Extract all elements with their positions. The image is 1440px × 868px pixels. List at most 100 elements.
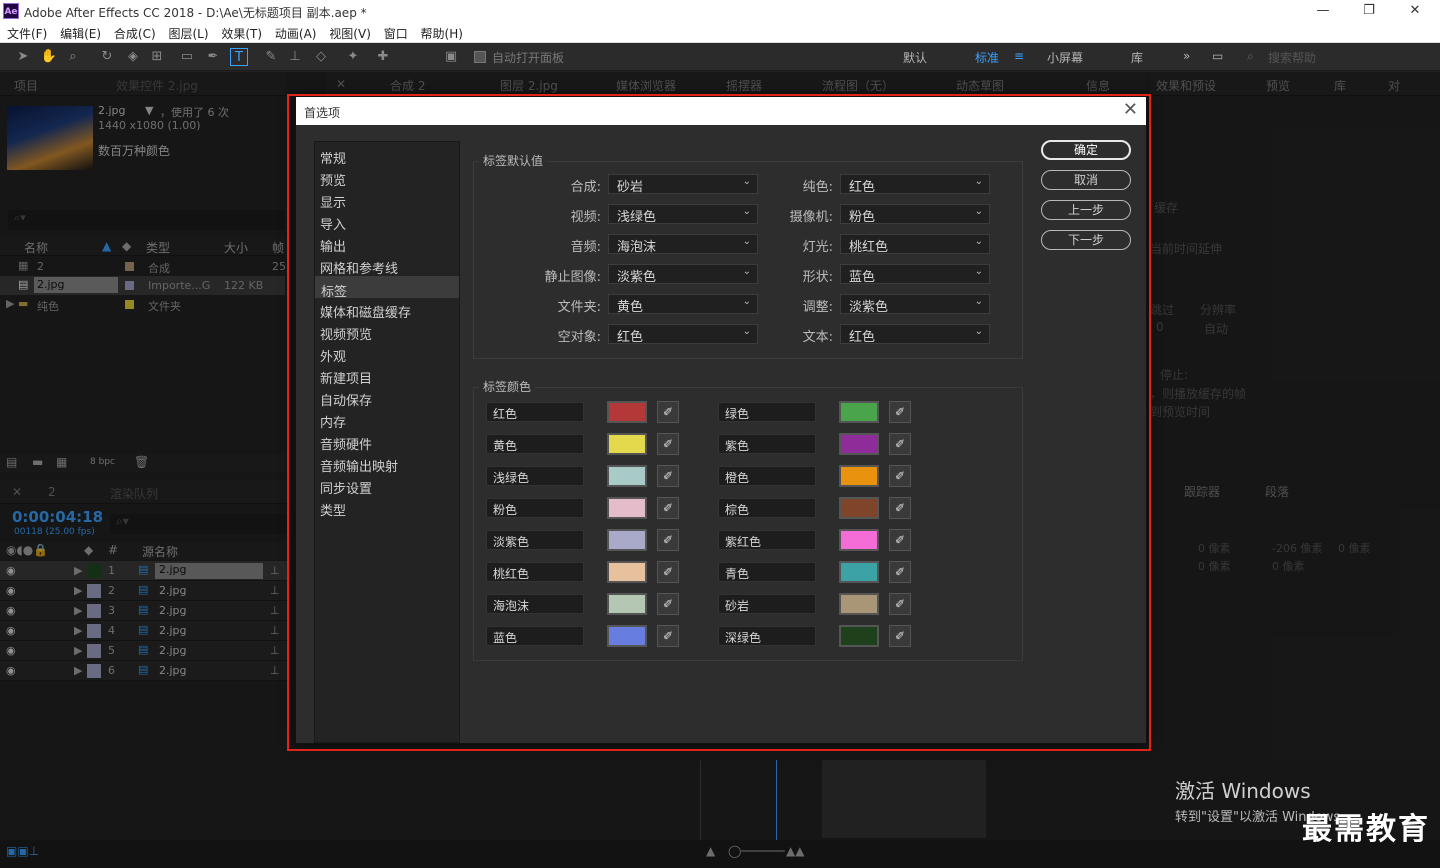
composition-label-select[interactable]: 砂岩 ⌄ [608,174,758,195]
menu-effect[interactable]: 效果(T) [214,22,262,42]
label-color-name-field[interactable]: 橙色 [718,466,816,486]
eyedropper-icon[interactable]: ✐ [889,625,911,647]
nav-general[interactable]: 常规 [315,144,459,167]
camera-label-select[interactable]: 粉色 ⌄ [840,204,990,225]
hand-tool-icon[interactable]: ✋ [40,48,58,66]
rectangle-tool-icon[interactable]: ▭ [178,48,196,66]
label-color-name-field[interactable]: 青色 [718,562,816,582]
menu-file[interactable]: 文件(F) [0,22,47,42]
nav-output[interactable]: 输出 [315,232,459,255]
minimize-icon[interactable]: — [1300,1,1346,21]
auto-open-checkbox[interactable] [474,51,486,63]
label-color-name-field[interactable]: 桃红色 [486,562,584,582]
label-color-swatch[interactable] [607,465,647,487]
menu-layer[interactable]: 图层(L) [161,22,208,42]
nav-media-disk-cache[interactable]: 媒体和磁盘缓存 [315,298,459,321]
label-color-swatch[interactable] [607,433,647,455]
menu-window[interactable]: 窗口 [377,22,408,42]
nav-audio-output-mapping[interactable]: 音频输出映射 [315,452,459,475]
label-color-swatch[interactable] [839,465,879,487]
label-color-swatch[interactable] [607,625,647,647]
ok-button[interactable]: 确定 [1041,140,1131,160]
label-color-swatch[interactable] [607,497,647,519]
pan-behind-tool-icon[interactable]: ⊞ [148,48,166,66]
workspace-standard[interactable]: 标准 [975,49,999,66]
label-color-name-field[interactable]: 绿色 [718,402,816,422]
workspace-default[interactable]: 默认 [903,49,927,66]
eyedropper-icon[interactable]: ✐ [889,529,911,551]
selection-tool-icon[interactable]: ➤ [14,48,32,66]
workspace-library[interactable]: 库 [1131,49,1143,66]
menu-composition[interactable]: 合成(C) [107,22,156,42]
eyedropper-icon[interactable]: ✐ [889,433,911,455]
solid-label-select[interactable]: 红色 ⌄ [840,174,990,195]
label-color-name-field[interactable]: 淡紫色 [486,530,584,550]
eyedropper-icon[interactable]: ✐ [657,561,679,583]
label-color-name-field[interactable]: 深绿色 [718,626,816,646]
nav-grids-guides[interactable]: 网格和参考线 [315,254,459,277]
label-color-swatch[interactable] [839,497,879,519]
dialog-close-icon[interactable]: ✕ [1123,99,1138,120]
nav-labels[interactable]: 标签 [315,276,459,300]
label-color-name-field[interactable]: 粉色 [486,498,584,518]
sync-icon[interactable]: ▭ [1212,49,1223,63]
nav-preview[interactable]: 预览 [315,166,459,189]
eraser-tool-icon[interactable]: ◇ [312,48,330,66]
label-color-name-field[interactable]: 砂岩 [718,594,816,614]
nav-memory[interactable]: 内存 [315,408,459,431]
label-color-swatch[interactable] [607,593,647,615]
label-color-name-field[interactable]: 蓝色 [486,626,584,646]
previous-button[interactable]: 上一步 [1041,200,1131,220]
menu-view[interactable]: 视图(V) [322,22,371,42]
workspace-small-screen[interactable]: 小屏幕 [1047,49,1083,66]
label-color-swatch[interactable] [607,529,647,551]
eyedropper-icon[interactable]: ✐ [889,593,911,615]
brush-tool-icon[interactable]: ✎ [262,48,280,66]
label-color-name-field[interactable]: 红色 [486,402,584,422]
next-button[interactable]: 下一步 [1041,230,1131,250]
label-color-swatch[interactable] [839,529,879,551]
puppet-tool-icon[interactable]: ✚ [374,48,392,66]
text-label-select[interactable]: 红色 ⌄ [840,324,990,345]
rotate-tool-icon[interactable]: ↻ [98,48,116,66]
still-label-select[interactable]: 淡紫色 ⌄ [608,264,758,285]
adjustment-label-select[interactable]: 淡紫色 ⌄ [840,294,990,315]
restore-icon[interactable]: ❐ [1346,1,1392,21]
menu-help[interactable]: 帮助(H) [414,22,463,42]
folder-label-select[interactable]: 黄色 ⌄ [608,294,758,315]
label-color-swatch[interactable] [839,561,879,583]
label-color-swatch[interactable] [839,433,879,455]
video-label-select[interactable]: 浅绿色 ⌄ [608,204,758,225]
nav-auto-save[interactable]: 自动保存 [315,386,459,409]
menu-animation[interactable]: 动画(A) [268,22,317,42]
eyedropper-icon[interactable]: ✐ [657,401,679,423]
eyedropper-icon[interactable]: ✐ [657,625,679,647]
label-color-name-field[interactable]: 浅绿色 [486,466,584,486]
label-color-swatch[interactable] [607,401,647,423]
nav-import[interactable]: 导入 [315,210,459,233]
pen-tool-icon[interactable]: ✒ [204,48,222,66]
eyedropper-icon[interactable]: ✐ [889,401,911,423]
camera-tool-icon[interactable]: ◈ [124,48,142,66]
eyedropper-icon[interactable]: ✐ [657,433,679,455]
clone-stamp-tool-icon[interactable]: ⊥ [286,48,304,66]
label-color-name-field[interactable]: 紫色 [718,434,816,454]
audio-label-select[interactable]: 海泡沫 ⌄ [608,234,758,255]
zoom-tool-icon[interactable]: ⌕ [64,48,82,66]
nav-display[interactable]: 显示 [315,188,459,211]
eyedropper-icon[interactable]: ✐ [889,497,911,519]
search-help-input[interactable]: 搜索帮助 [1268,49,1316,66]
eyedropper-icon[interactable]: ✐ [657,497,679,519]
null-label-select[interactable]: 红色 ⌄ [608,324,758,345]
roto-brush-tool-icon[interactable]: ✦ [344,48,362,66]
label-color-swatch[interactable] [607,561,647,583]
panel-toggle-icon[interactable]: ▣ [442,48,460,66]
nav-audio-hardware[interactable]: 音频硬件 [315,430,459,453]
nav-sync-settings[interactable]: 同步设置 [315,474,459,497]
label-color-name-field[interactable]: 棕色 [718,498,816,518]
eyedropper-icon[interactable]: ✐ [657,529,679,551]
label-color-name-field[interactable]: 紫红色 [718,530,816,550]
label-color-swatch[interactable] [839,625,879,647]
eyedropper-icon[interactable]: ✐ [889,561,911,583]
eyedropper-icon[interactable]: ✐ [657,465,679,487]
